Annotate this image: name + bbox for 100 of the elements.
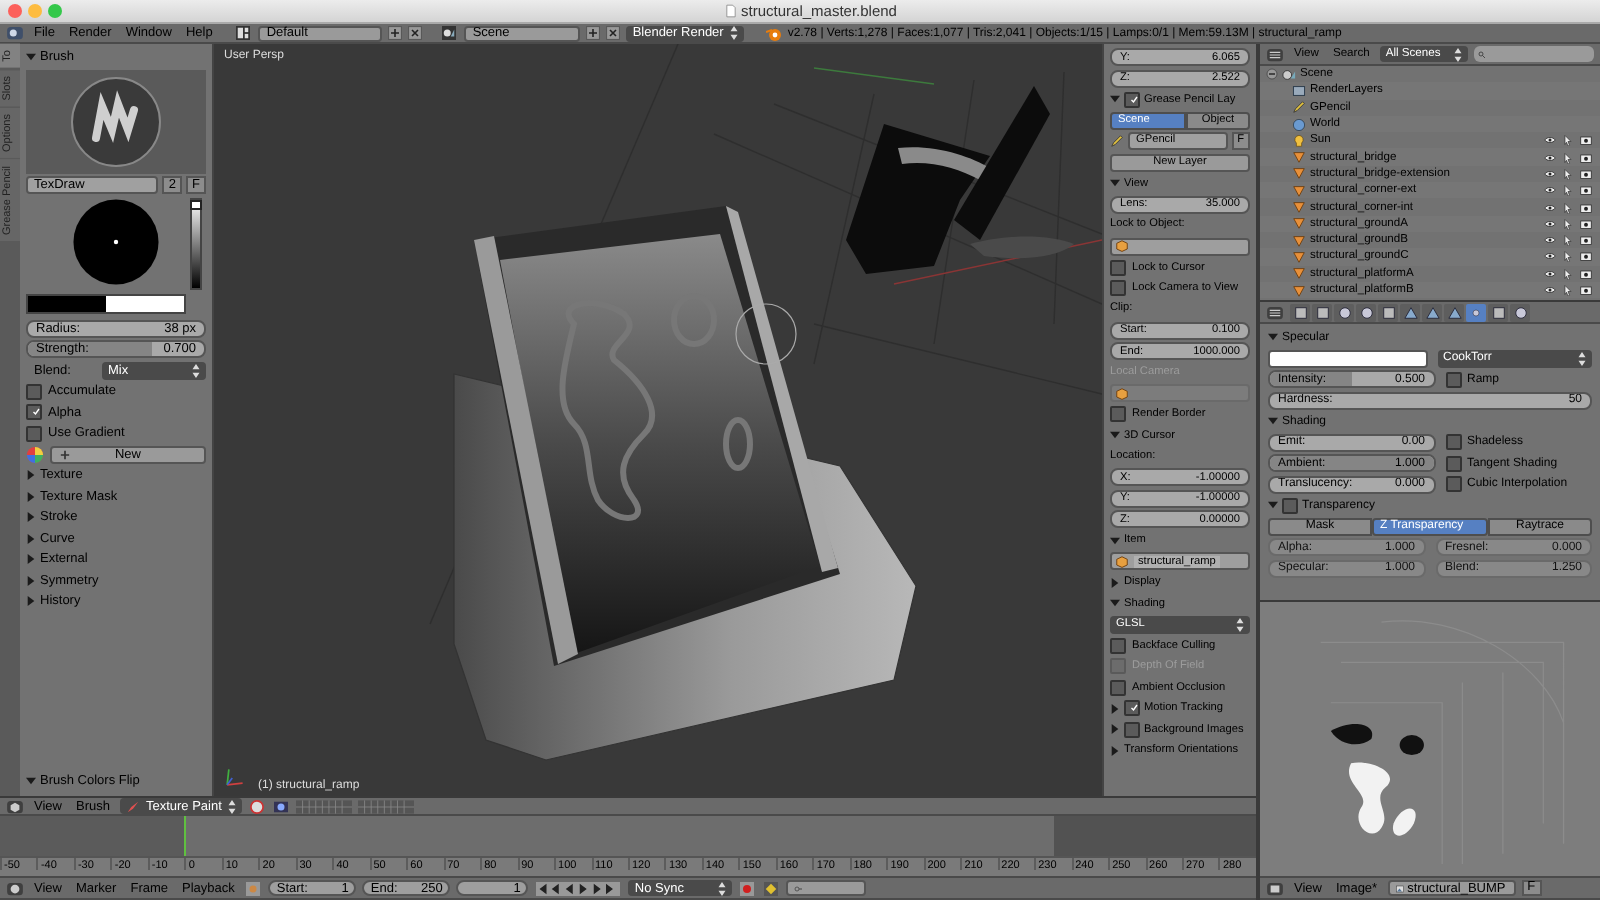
camera-icon[interactable] [1580, 184, 1592, 197]
cube-icon [1116, 387, 1128, 399]
checkbox[interactable] [1124, 91, 1140, 107]
image-editor-icon[interactable] [1266, 881, 1284, 895]
color-wheel[interactable] [72, 197, 160, 285]
up-down-arrows-icon [729, 26, 738, 40]
eye-icon[interactable] [1544, 234, 1556, 247]
document-icon [725, 4, 736, 18]
add-icon[interactable] [586, 26, 601, 40]
collapsed-arrow-icon [26, 575, 36, 585]
camera-icon[interactable] [1580, 134, 1592, 147]
eye-icon[interactable] [1544, 250, 1556, 263]
checkbox[interactable] [1445, 434, 1461, 450]
add-icon[interactable] [388, 26, 403, 40]
square-icon [1491, 305, 1505, 319]
picture-icon [1395, 881, 1404, 895]
properties-editor-icon[interactable] [1266, 305, 1284, 319]
cube-icon [1116, 555, 1128, 567]
checkbox[interactable] [1445, 371, 1461, 387]
checkbox[interactable] [26, 404, 42, 420]
eye-icon[interactable] [1544, 284, 1556, 296]
object-field[interactable] [1110, 237, 1250, 255]
eye-icon[interactable] [1544, 217, 1556, 230]
camera-icon[interactable] [1580, 217, 1592, 230]
camera-icon[interactable] [1580, 284, 1592, 296]
circle-icon [1472, 305, 1480, 319]
close-icon[interactable] [606, 26, 621, 40]
sphere-icon[interactable] [247, 799, 266, 813]
property-tab[interactable] [1334, 303, 1354, 321]
brush-preview-drawing[interactable] [26, 69, 206, 173]
layers-icon[interactable] [271, 799, 290, 813]
keying-set-field[interactable] [786, 880, 867, 896]
checkbox[interactable] [1124, 721, 1140, 737]
expanded-arrow-icon [1268, 332, 1278, 342]
color-swatch[interactable] [1268, 349, 1427, 367]
checkbox[interactable] [1110, 679, 1126, 695]
property-tab[interactable] [1466, 303, 1486, 321]
property-tab[interactable] [1488, 303, 1508, 321]
property-tab[interactable] [1312, 303, 1332, 321]
collapsed-arrow-icon [1110, 724, 1120, 734]
info-icon[interactable] [6, 26, 24, 40]
circle-icon [1337, 305, 1351, 319]
bulb-icon [1292, 133, 1306, 148]
collapsed-arrow-icon [1110, 745, 1120, 755]
collapsed-arrow-icon [26, 491, 36, 501]
camera-icon[interactable] [1580, 201, 1592, 214]
checkbox[interactable] [26, 383, 42, 399]
value-slider[interactable] [190, 197, 202, 289]
keyframe-icon[interactable] [762, 881, 781, 895]
expanded-arrow-icon [1110, 94, 1120, 104]
eye-icon[interactable] [1544, 134, 1556, 147]
checkbox[interactable] [26, 425, 42, 441]
eye-icon[interactable] [1544, 167, 1556, 180]
close-icon[interactable] [408, 26, 423, 40]
checkbox[interactable] [1110, 406, 1126, 422]
camera-icon[interactable] [1580, 267, 1592, 280]
eye-icon[interactable] [1544, 201, 1556, 214]
eye-icon[interactable] [1544, 151, 1556, 164]
checkbox[interactable] [1445, 476, 1461, 492]
checkbox[interactable] [1110, 259, 1126, 275]
up-down-arrows-icon [1236, 617, 1244, 631]
up-down-arrows-icon [1453, 47, 1462, 61]
square-icon [1381, 305, 1395, 319]
property-tab[interactable] [1422, 303, 1442, 321]
expanded-arrow-icon [1268, 416, 1278, 426]
pencil-icon [1110, 134, 1124, 148]
checkbox[interactable] [1110, 637, 1126, 653]
list-icon[interactable] [1266, 47, 1284, 61]
playback-controls-icon[interactable] [534, 881, 623, 895]
collapse-icon[interactable] [1266, 68, 1278, 81]
property-tab[interactable] [1444, 303, 1464, 321]
checkbox[interactable] [1282, 497, 1298, 513]
checkbox[interactable] [1110, 280, 1126, 296]
circle-icon [1513, 305, 1527, 319]
cube-view-icon[interactable] [6, 799, 24, 813]
scene-icon[interactable] [440, 26, 459, 40]
property-tab[interactable] [1400, 303, 1420, 321]
color-wheel-icon[interactable] [26, 445, 44, 463]
checkbox[interactable] [1124, 700, 1140, 716]
camera-icon[interactable] [1580, 250, 1592, 263]
expanded-arrow-icon [26, 52, 36, 62]
property-tab[interactable] [1510, 303, 1530, 321]
property-tab[interactable] [1290, 303, 1310, 321]
scene-icon [1282, 67, 1296, 82]
grid-layout-icon[interactable] [234, 26, 253, 40]
expanded-arrow-icon [1110, 598, 1120, 608]
property-tab[interactable] [1378, 303, 1398, 321]
color-swatches[interactable] [26, 293, 186, 313]
camera-icon[interactable] [1580, 234, 1592, 247]
cube-icon [1116, 240, 1128, 252]
checkbox[interactable] [1445, 455, 1461, 471]
camera-icon[interactable] [1580, 151, 1592, 164]
eye-icon[interactable] [1544, 184, 1556, 197]
search-field[interactable] [1473, 46, 1594, 62]
property-tab[interactable] [1356, 303, 1376, 321]
clock-icon[interactable] [6, 881, 24, 895]
collapsed-arrow-icon [26, 554, 36, 564]
eye-icon[interactable] [1544, 267, 1556, 280]
camera-icon[interactable] [1580, 167, 1592, 180]
slider-thumb[interactable] [190, 199, 202, 209]
